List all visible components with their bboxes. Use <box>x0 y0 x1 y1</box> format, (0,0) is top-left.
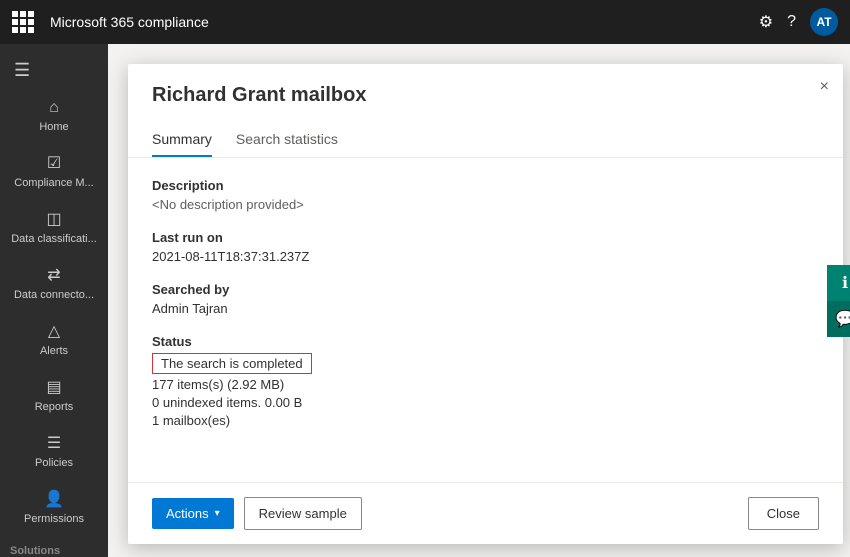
sidebar-item-reports[interactable]: ▤ Reports <box>0 367 108 423</box>
content-area: Richard Grant mailbox × Summary Search s… <box>108 44 850 557</box>
stat-items: 177 items(s) (2.92 MB) <box>152 377 819 392</box>
topbar: Microsoft 365 compliance ⚙ ? AT <box>0 0 850 44</box>
permissions-icon: 👤 <box>44 489 64 509</box>
tab-bar: Summary Search statistics <box>128 123 843 158</box>
sidebar-item-alerts[interactable]: △ Alerts <box>0 311 108 367</box>
data-class-icon: ◫ <box>46 209 61 229</box>
status-label: Status <box>152 334 819 349</box>
topbar-icons: ⚙ ? AT <box>759 8 838 36</box>
avatar[interactable]: AT <box>810 8 838 36</box>
searched-by-field: Searched by Admin Tajran <box>152 282 819 316</box>
actions-label: Actions <box>166 506 209 521</box>
sidebar-label-reports: Reports <box>35 401 74 413</box>
sidebar-hamburger[interactable]: ☰ <box>0 52 108 89</box>
chat-button[interactable]: 💬 <box>827 301 850 337</box>
searched-by-value: Admin Tajran <box>152 301 819 316</box>
compliance-icon: ☑ <box>47 153 61 173</box>
last-run-value: 2021-08-11T18:37:31.237Z <box>152 249 819 264</box>
app-title: Microsoft 365 compliance <box>50 14 749 30</box>
alerts-icon: △ <box>48 321 60 341</box>
close-button[interactable]: Close <box>748 497 819 530</box>
sidebar-item-compliance[interactable]: ☑ Compliance M... <box>0 143 108 199</box>
status-badge: The search is completed <box>152 353 312 374</box>
flyout-header: Richard Grant mailbox × <box>128 64 843 123</box>
data-conn-icon: ⇄ <box>47 265 60 285</box>
status-field: Status The search is completed 177 items… <box>152 334 819 428</box>
actions-button[interactable]: Actions ▾ <box>152 498 234 529</box>
info-icon: ℹ <box>842 273 848 293</box>
description-field: Description <No description provided> <box>152 178 819 212</box>
tab-summary[interactable]: Summary <box>152 123 212 157</box>
flyout-footer: Actions ▾ Review sample Close <box>128 482 843 544</box>
main-layout: ☰ ⌂ Home ☑ Compliance M... ◫ Data classi… <box>0 44 850 557</box>
stat-mailboxes: 1 mailbox(es) <box>152 413 819 428</box>
searched-by-label: Searched by <box>152 282 819 297</box>
sidebar: ☰ ⌂ Home ☑ Compliance M... ◫ Data classi… <box>0 44 108 557</box>
last-run-label: Last run on <box>152 230 819 245</box>
chat-icon: 💬 <box>835 309 850 329</box>
info-button[interactable]: ℹ <box>827 265 850 301</box>
right-side-buttons: ℹ 💬 <box>827 265 850 337</box>
description-value: <No description provided> <box>152 197 819 212</box>
flyout-body: Description <No description provided> La… <box>128 158 843 482</box>
tab-search-stats[interactable]: Search statistics <box>236 123 338 157</box>
sidebar-label-compliance: Compliance M... <box>14 177 93 189</box>
description-label: Description <box>152 178 819 193</box>
sidebar-item-data-conn[interactable]: ⇄ Data connecto... <box>0 255 108 311</box>
help-icon[interactable]: ? <box>787 13 796 31</box>
sidebar-label-home: Home <box>39 121 68 133</box>
stat-unindexed: 0 unindexed items. 0.00 B <box>152 395 819 410</box>
flyout-panel: Richard Grant mailbox × Summary Search s… <box>128 64 843 544</box>
last-run-field: Last run on 2021-08-11T18:37:31.237Z <box>152 230 819 264</box>
sidebar-label-policies: Policies <box>35 457 73 469</box>
flyout-title: Richard Grant mailbox <box>152 84 819 107</box>
grid-icon[interactable] <box>12 11 34 33</box>
sidebar-item-data-class[interactable]: ◫ Data classificati... <box>0 199 108 255</box>
sidebar-item-policies[interactable]: ☰ Policies <box>0 423 108 479</box>
solutions-section-label: Solutions <box>0 535 108 557</box>
sidebar-item-home[interactable]: ⌂ Home <box>0 89 108 143</box>
sidebar-label-permissions: Permissions <box>24 513 84 525</box>
sidebar-label-alerts: Alerts <box>40 345 68 357</box>
flyout-close-button[interactable]: × <box>820 78 829 96</box>
chevron-down-icon: ▾ <box>215 508 220 519</box>
settings-icon[interactable]: ⚙ <box>759 12 773 32</box>
sidebar-label-data-conn: Data connecto... <box>14 289 94 301</box>
sidebar-label-data-class: Data classificati... <box>11 233 97 245</box>
review-sample-button[interactable]: Review sample <box>244 497 362 530</box>
policies-icon: ☰ <box>47 433 61 453</box>
home-icon: ⌂ <box>49 99 59 117</box>
sidebar-item-permissions[interactable]: 👤 Permissions <box>0 479 108 535</box>
reports-icon: ▤ <box>46 377 61 397</box>
